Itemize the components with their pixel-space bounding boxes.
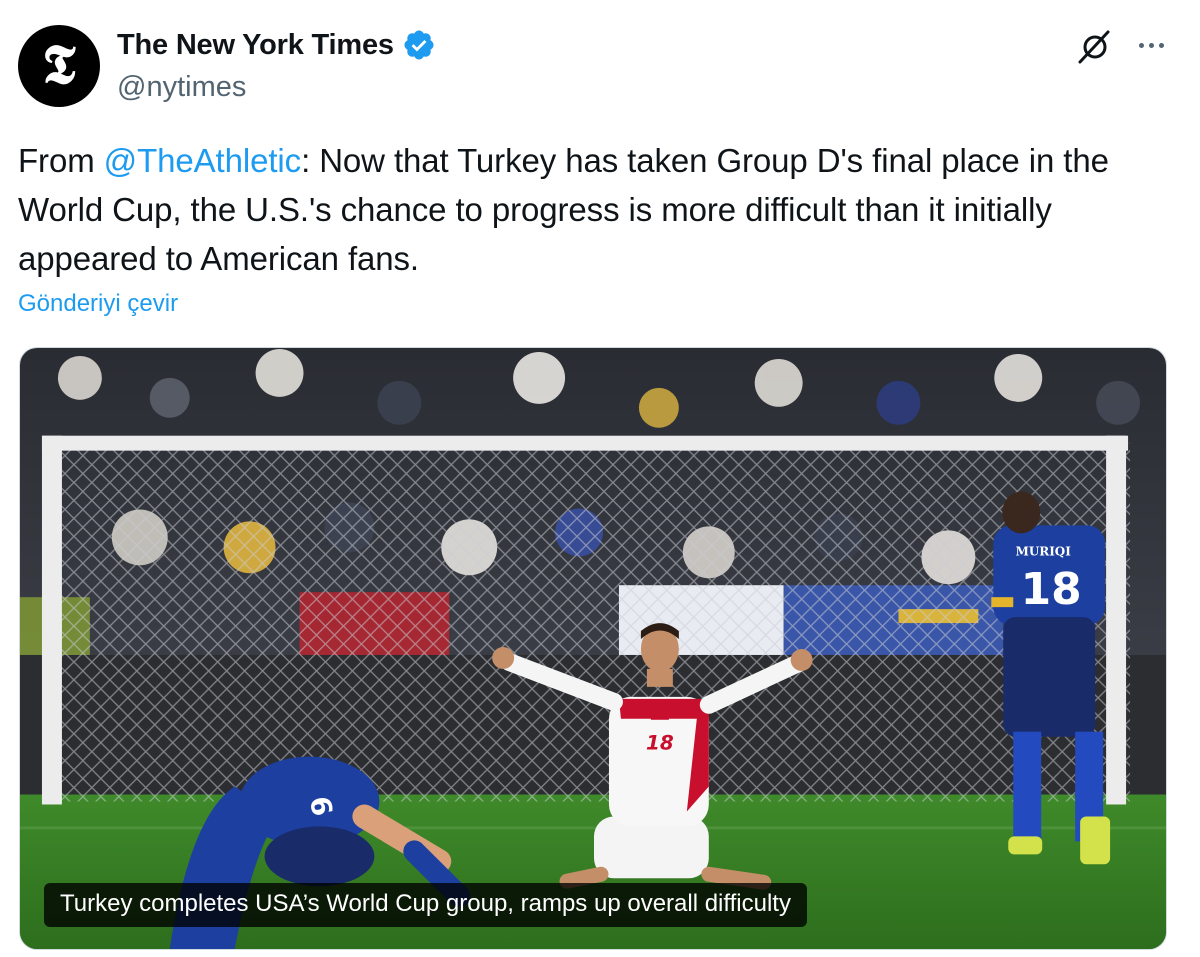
- author-avatar[interactable]: 𝕿: [18, 25, 100, 107]
- more-options-icon[interactable]: [1131, 30, 1171, 60]
- grok-icon[interactable]: [1074, 26, 1114, 66]
- translate-link[interactable]: Gönderiyi çevir: [18, 290, 178, 318]
- dot: [1158, 42, 1164, 48]
- tweet-text: From @TheAthletic: Now that Turkey has t…: [18, 136, 1178, 283]
- dot: [1138, 42, 1144, 48]
- svg-text:18: 18: [1021, 564, 1082, 615]
- author-display-name[interactable]: The New York Times: [117, 29, 394, 62]
- media-image[interactable]: 18 MURIQI 18 6: [19, 347, 1167, 950]
- svg-text:MURIQI: MURIQI: [1016, 544, 1072, 558]
- verified-badge-icon: [404, 30, 434, 60]
- media-caption[interactable]: Turkey completes USA’s World Cup group, …: [44, 883, 807, 927]
- mention-link[interactable]: @TheAthletic: [104, 142, 301, 179]
- football-photo: 18 MURIQI 18 6: [20, 348, 1166, 949]
- nyt-logo-icon: 𝕿: [42, 32, 76, 96]
- tweet-prefix: From: [18, 142, 104, 179]
- dot: [1148, 42, 1154, 48]
- author-name-row: The New York Times: [117, 28, 436, 62]
- svg-text:18: 18: [646, 731, 674, 755]
- author-handle[interactable]: @nytimes: [117, 71, 246, 104]
